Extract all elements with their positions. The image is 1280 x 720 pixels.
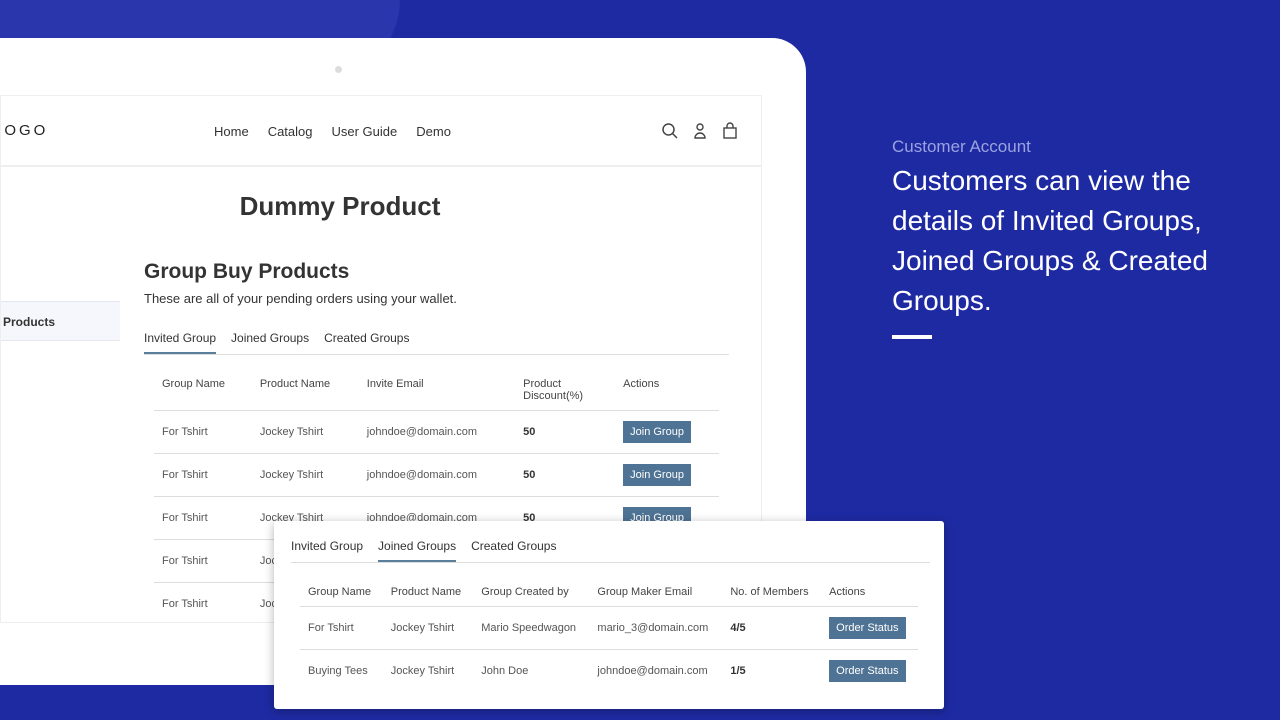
table-cell: Mario Speedwagon xyxy=(473,606,590,650)
table-cell: For Tshirt xyxy=(154,453,252,497)
column-header: Actions xyxy=(623,378,660,390)
table-header: Group Name Product Name Invite Email Produc… xyxy=(154,364,719,411)
nav-demo[interactable]: Demo xyxy=(416,124,451,139)
table-row: For TshirtJockey Tshirtjohndoe@domain.co… xyxy=(154,453,719,497)
table-cell: John Doe xyxy=(473,649,590,693)
tab-invited-group[interactable]: Invited Group xyxy=(144,331,217,354)
cart-icon[interactable] xyxy=(721,122,739,140)
table-cell: Jockey Tshirt xyxy=(251,410,359,454)
main-nav: Home Catalog User Guide Demo xyxy=(214,124,451,139)
logo: LOGO xyxy=(1,122,49,139)
sidebar-item-products[interactable]: Products xyxy=(1,301,120,341)
nav-user-guide[interactable]: User Guide xyxy=(332,124,398,139)
column-header: Actions xyxy=(829,586,866,598)
action-button[interactable]: Join Group xyxy=(623,421,691,443)
camera-dot xyxy=(335,66,342,73)
nav-home[interactable]: Home xyxy=(214,124,249,139)
table-cell: mario_3@domain.com xyxy=(589,606,723,650)
nav-catalog[interactable]: Catalog xyxy=(268,124,313,139)
tab-created-groups[interactable]: Created Groups xyxy=(324,331,409,354)
table-cell: johndoe@domain.com xyxy=(358,453,516,497)
table-cell: For Tshirt xyxy=(154,582,252,622)
table-cell: Buying Tees xyxy=(300,649,383,693)
column-header: No. of Members xyxy=(730,586,809,598)
tab-bar: Invited Group Joined Groups Created Grou… xyxy=(144,331,729,355)
page-title: Dummy Product xyxy=(239,191,441,221)
table-cell: 50 xyxy=(515,410,616,454)
column-header: Group Maker Email xyxy=(597,586,693,598)
promo-headline: Customers can view the details of Invite… xyxy=(892,165,1208,316)
column-header: Group Name xyxy=(308,586,371,598)
search-icon[interactable] xyxy=(661,122,679,140)
table-cell: 50 xyxy=(515,453,616,497)
section-title: Group Buy Products xyxy=(144,260,350,283)
column-header: Invite Email xyxy=(366,378,424,390)
tab-bar: Invited Group Joined Groups Created Grou… xyxy=(291,539,930,563)
action-button[interactable]: Join Group xyxy=(623,464,691,486)
column-header: Product Discount(%) xyxy=(523,378,584,402)
table-cell: For Tshirt xyxy=(154,539,252,583)
column-header: Product Name xyxy=(390,586,462,598)
joined-groups-card: Invited Group Joined Groups Created Grou… xyxy=(274,521,944,709)
accent-bar xyxy=(892,335,932,339)
table-header: Group Name Product Name Group Created by Gr… xyxy=(300,572,918,607)
action-button[interactable]: Order Status xyxy=(829,617,906,639)
table-cell: For Tshirt xyxy=(154,410,252,454)
table-row: Buying Tees Jockey Tshirt John Doe johndoe@… xyxy=(300,649,918,693)
table-cell: johndoe@domain.com xyxy=(589,649,723,693)
column-header: Product Name xyxy=(259,378,331,390)
table-cell: Jockey Tshirt xyxy=(382,649,474,693)
table-cell: 4/5 xyxy=(722,606,822,650)
table-cell: Jockey Tshirt xyxy=(382,606,474,650)
table-cell: For Tshirt xyxy=(154,496,252,540)
table-cell: Jockey Tshirt xyxy=(251,453,359,497)
tab-joined-groups[interactable]: Joined Groups xyxy=(231,331,309,354)
column-header: Group Created by xyxy=(481,586,569,598)
table-cell: johndoe@domain.com xyxy=(358,410,516,454)
site-header: LOGO Home Catalog User Guide Demo xyxy=(1,96,761,167)
table-cell: For Tshirt xyxy=(300,606,383,650)
joined-table: Group Name Product Name Group Created by Gr… xyxy=(300,572,918,693)
action-button[interactable]: Order Status xyxy=(829,660,906,683)
tab-created-groups[interactable]: Created Groups xyxy=(471,539,556,562)
table-cell: 1/5 xyxy=(722,649,822,693)
table-row: For Tshirt Jockey Tshirt Mario Speedwagon m… xyxy=(300,606,918,650)
column-header: Group Name xyxy=(162,378,225,390)
promo-text: Customer Account Customers can view the … xyxy=(892,137,1272,339)
promo-kicker: Customer Account xyxy=(892,137,1031,156)
table-row: For TshirtJockey Tshirtjohndoe@domain.co… xyxy=(154,410,719,454)
tab-invited-group[interactable]: Invited Group xyxy=(291,539,363,562)
tab-joined-groups[interactable]: Joined Groups xyxy=(378,539,457,562)
section-subtitle: These are all of your pending orders usi… xyxy=(144,291,457,306)
user-icon[interactable] xyxy=(691,122,709,140)
